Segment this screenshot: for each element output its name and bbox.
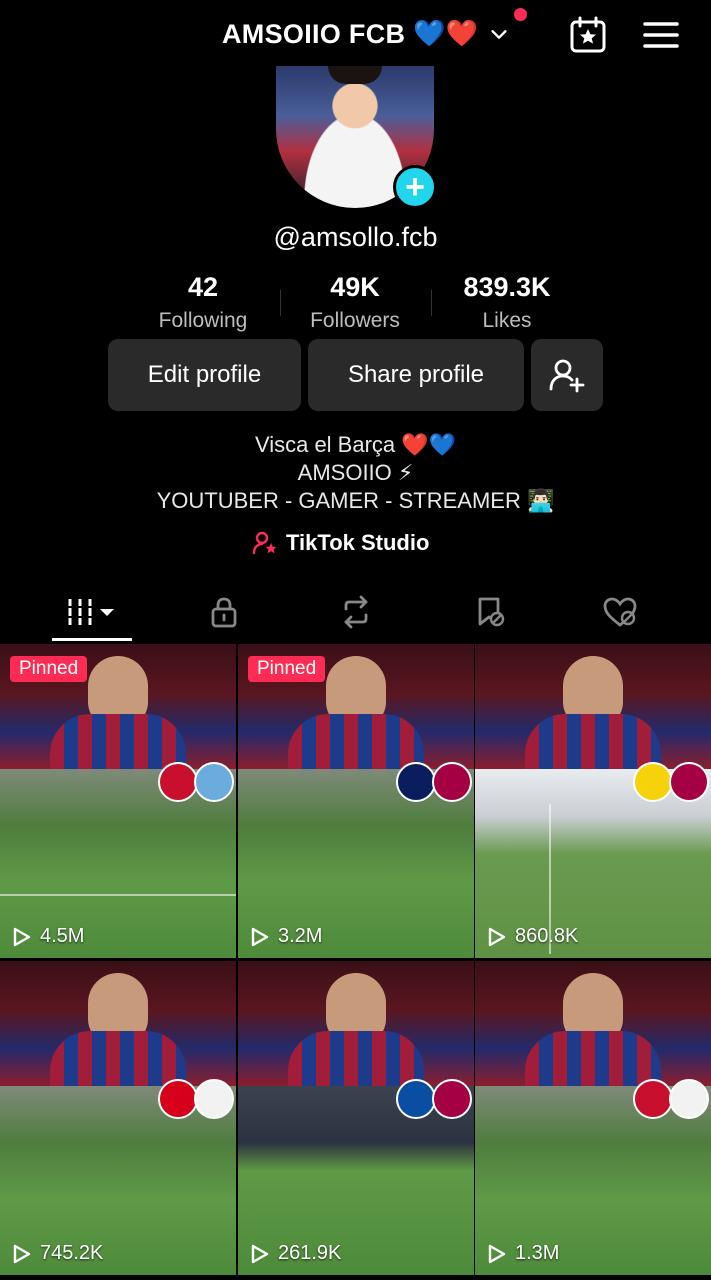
play-icon [13, 927, 31, 946]
view-count-text: 860.8K [515, 925, 579, 947]
play-icon [251, 1244, 269, 1263]
club-badge [194, 1079, 234, 1119]
avatar-hair [328, 66, 382, 84]
video-tile[interactable]: 1.3M [475, 961, 711, 1275]
video-tile[interactable]: Pinned 3.2M [238, 644, 474, 958]
active-tab-indicator [52, 638, 132, 641]
likes-label: Likes [482, 309, 532, 332]
tab-favorites[interactable] [466, 590, 514, 634]
video-tile[interactable]: 860.8K [475, 644, 711, 958]
notification-dot [514, 8, 527, 21]
stat-likes[interactable]: 839.3K Likes [432, 272, 582, 333]
view-count: 860.8K [485, 925, 578, 948]
followers-label: Followers [310, 309, 400, 332]
bio-line-1: Visca el Barça ❤️💙 [254, 432, 457, 457]
share-profile-button[interactable]: Share profile [308, 339, 524, 411]
bookmark-hidden-icon [478, 597, 505, 627]
menu-icon[interactable] [641, 18, 681, 52]
view-count: 4.5M [10, 925, 84, 948]
pinned-badge: Pinned [248, 656, 326, 682]
account-name: AMSOIIO FCB [222, 18, 406, 49]
account-switcher[interactable]: AMSOIIO FCB 💙❤️ [222, 14, 510, 54]
video-tile[interactable]: 261.9K [238, 961, 474, 1275]
title-emojis: 💙❤️ [413, 19, 479, 49]
top-bar: AMSOIIO FCB 💙❤️ [0, 0, 711, 68]
tab-videos[interactable] [52, 590, 132, 634]
view-count-text: 3.2M [278, 925, 323, 947]
club-badge [432, 1079, 472, 1119]
calendar-star-icon[interactable] [568, 16, 608, 54]
following-label: Following [158, 309, 248, 332]
view-count-text: 745.2K [40, 1242, 104, 1264]
view-count-text: 1.3M [515, 1242, 560, 1264]
club-badge [396, 1079, 436, 1119]
tab-private[interactable] [200, 590, 248, 634]
edit-profile-button[interactable]: Edit profile [108, 339, 301, 411]
videos-grid-icon [66, 599, 114, 625]
username: @amsollo.fcb [273, 222, 438, 252]
repost-icon [344, 595, 368, 629]
followers-count: 49K [330, 272, 380, 302]
view-count: 745.2K [10, 1242, 103, 1265]
add-user-icon [549, 359, 585, 393]
view-count-text: 261.9K [278, 1242, 342, 1264]
add-friend-button[interactable] [531, 339, 603, 411]
club-badge [669, 1079, 709, 1119]
video-tile[interactable]: Pinned 4.5M [0, 644, 236, 958]
stat-following[interactable]: 42 Following [128, 272, 278, 333]
studio-user-star-icon [252, 531, 277, 555]
club-badge [158, 762, 198, 802]
play-icon [13, 1244, 31, 1263]
play-icon [488, 1244, 506, 1263]
tiktok-studio-link[interactable]: TikTok Studio [252, 530, 429, 556]
following-count: 42 [187, 272, 219, 302]
view-count-text: 4.5M [40, 925, 85, 947]
view-count: 3.2M [248, 925, 322, 948]
play-icon [251, 927, 269, 946]
club-badge [432, 762, 472, 802]
add-story-icon[interactable]: + [393, 165, 437, 209]
play-icon [488, 927, 506, 946]
pitch-line [0, 894, 236, 896]
club-badge [396, 762, 436, 802]
pinned-badge: Pinned [10, 656, 88, 682]
view-count: 1.3M [485, 1242, 559, 1265]
club-badge [194, 762, 234, 802]
tiktok-studio-label: TikTok Studio [286, 530, 430, 555]
club-badge [669, 762, 709, 802]
video-tile[interactable]: 745.2K [0, 961, 236, 1275]
lock-icon [211, 597, 237, 628]
likes-count: 839.3K [463, 272, 551, 302]
club-badge [633, 762, 673, 802]
stat-followers[interactable]: 49K Followers [280, 272, 430, 333]
chevron-down-icon[interactable] [488, 23, 510, 45]
tab-liked[interactable] [596, 590, 644, 634]
tab-reposts[interactable] [332, 590, 380, 634]
bio-line-2: AMSOIIO ⚡ [297, 460, 414, 485]
club-badge [633, 1079, 673, 1119]
club-badge [158, 1079, 198, 1119]
bio-line-3: YOUTUBER - GAMER - STREAMER 👨🏻‍💻 [156, 488, 555, 513]
heart-hidden-icon [603, 597, 637, 627]
view-count: 261.9K [248, 1242, 341, 1265]
